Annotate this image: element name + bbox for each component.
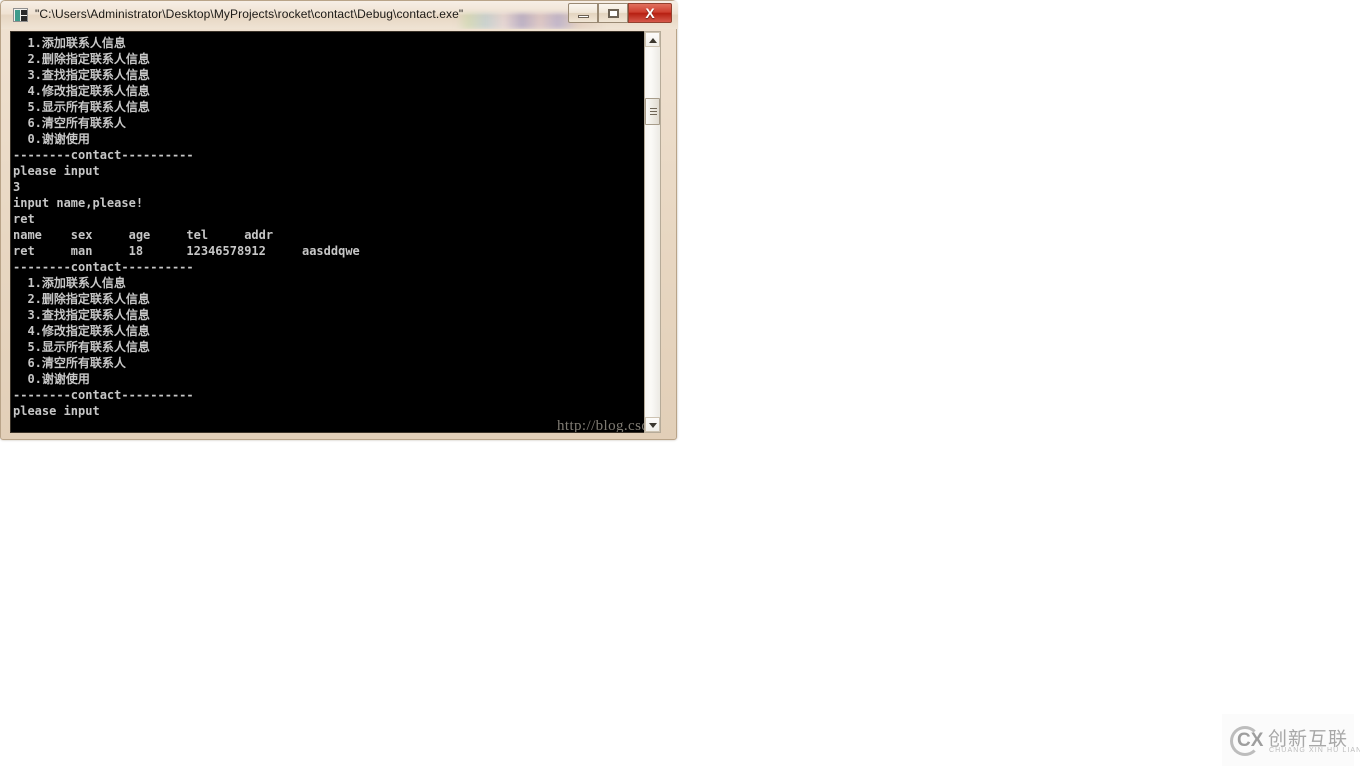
cx-mark-text: CX <box>1237 730 1264 751</box>
close-icon: X <box>645 5 655 21</box>
console-text: 1.添加联系人信息 2.删除指定联系人信息 3.查找指定联系人信息 4.修改指定… <box>13 36 360 418</box>
scrollbar-thumb[interactable] <box>645 98 660 125</box>
vertical-scrollbar[interactable] <box>644 31 661 433</box>
scrollbar-grip-icon <box>650 108 657 115</box>
minimize-icon <box>578 15 589 18</box>
brand-name-pinyin: CHUANG XIN HU LIAN <box>1269 747 1360 754</box>
close-button[interactable]: X <box>628 3 672 23</box>
maximize-button[interactable] <box>598 3 628 23</box>
minimize-button[interactable] <box>568 3 598 23</box>
console-app-icon <box>13 8 28 22</box>
window-title: "C:\Users\Administrator\Desktop\MyProjec… <box>35 7 464 21</box>
scroll-down-arrow-icon[interactable] <box>645 417 660 432</box>
cx-logo-icon: CX <box>1230 726 1264 756</box>
maximize-icon <box>608 9 619 18</box>
brand-logo: CX 创新互联 CHUANG XIN HU LIAN <box>1222 714 1360 766</box>
console-window[interactable]: "C:\Users\Administrator\Desktop\MyProjec… <box>0 0 678 440</box>
scroll-up-arrow-icon[interactable] <box>645 32 660 47</box>
window-titlebar[interactable]: "C:\Users\Administrator\Desktop\MyProjec… <box>1 1 678 29</box>
console-output-area[interactable]: 1.添加联系人信息 2.删除指定联系人信息 3.查找指定联系人信息 4.修改指定… <box>10 31 660 433</box>
